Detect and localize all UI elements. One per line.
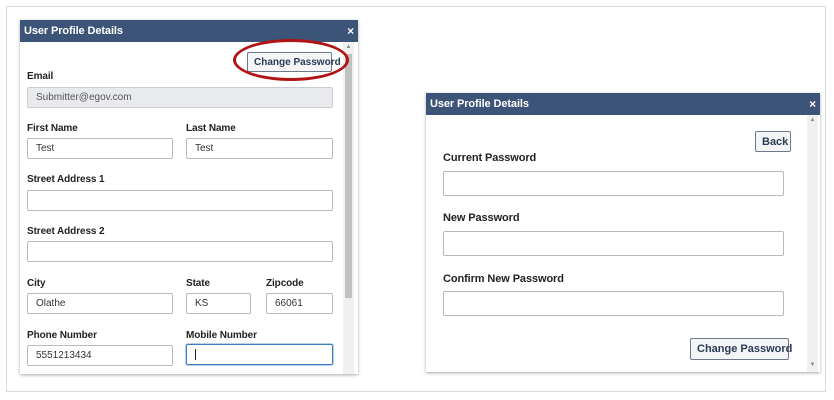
city-label: City [27, 278, 46, 289]
dialog-title: User Profile Details [24, 25, 123, 37]
change-password-submit-button[interactable]: Change Password [690, 338, 792, 360]
dialog-scrollbar[interactable]: ▲ [343, 42, 354, 374]
scroll-up-arrow-icon[interactable]: ▲ [807, 115, 818, 125]
last-name-label: Last Name [186, 123, 236, 134]
close-icon[interactable]: × [347, 20, 354, 42]
zipcode-label: Zipcode [266, 278, 304, 289]
phone-number-field[interactable] [27, 345, 173, 366]
scroll-up-arrow-icon[interactable]: ▲ [343, 42, 354, 52]
mobile-number-label: Mobile Number [186, 330, 257, 341]
text-cursor [195, 349, 196, 360]
current-password-label: Current Password [443, 152, 537, 164]
back-button[interactable]: Back [755, 131, 791, 152]
phone-number-label: Phone Number [27, 330, 97, 341]
state-field[interactable] [186, 293, 251, 314]
street-address-2-field[interactable] [27, 241, 333, 262]
confirm-new-password-label: Confirm New Password [443, 273, 564, 285]
change-password-button[interactable]: Change Password [247, 52, 341, 72]
street-address-1-label: Street Address 1 [27, 174, 105, 185]
last-name-field[interactable] [186, 138, 333, 159]
confirm-new-password-field[interactable] [443, 291, 784, 316]
new-password-label: New Password [443, 212, 520, 224]
first-name-label: First Name [27, 123, 78, 134]
street-address-2-label: Street Address 2 [27, 226, 105, 237]
zipcode-field[interactable] [266, 293, 333, 314]
city-field[interactable] [27, 293, 173, 314]
dialog-title: User Profile Details [430, 98, 529, 110]
state-label: State [186, 278, 210, 289]
scroll-down-arrow-icon[interactable]: ▼ [807, 360, 818, 370]
email-label: Email [27, 71, 54, 82]
email-field[interactable] [27, 87, 333, 108]
change-password-dialog: User Profile Details × Back Current Pass… [426, 93, 820, 372]
dialog-titlebar: User Profile Details × [20, 20, 358, 42]
close-icon[interactable]: × [809, 93, 816, 115]
current-password-field[interactable] [443, 171, 784, 196]
new-password-field[interactable] [443, 231, 784, 256]
dialog-titlebar: User Profile Details × [426, 93, 820, 115]
scrollbar-thumb[interactable] [345, 54, 352, 298]
street-address-1-field[interactable] [27, 190, 333, 211]
dialog-scrollbar[interactable]: ▲ ▼ [807, 115, 818, 372]
mobile-number-field[interactable] [186, 344, 333, 365]
user-profile-dialog: User Profile Details × Change Password E… [20, 20, 358, 374]
first-name-field[interactable] [27, 138, 173, 159]
